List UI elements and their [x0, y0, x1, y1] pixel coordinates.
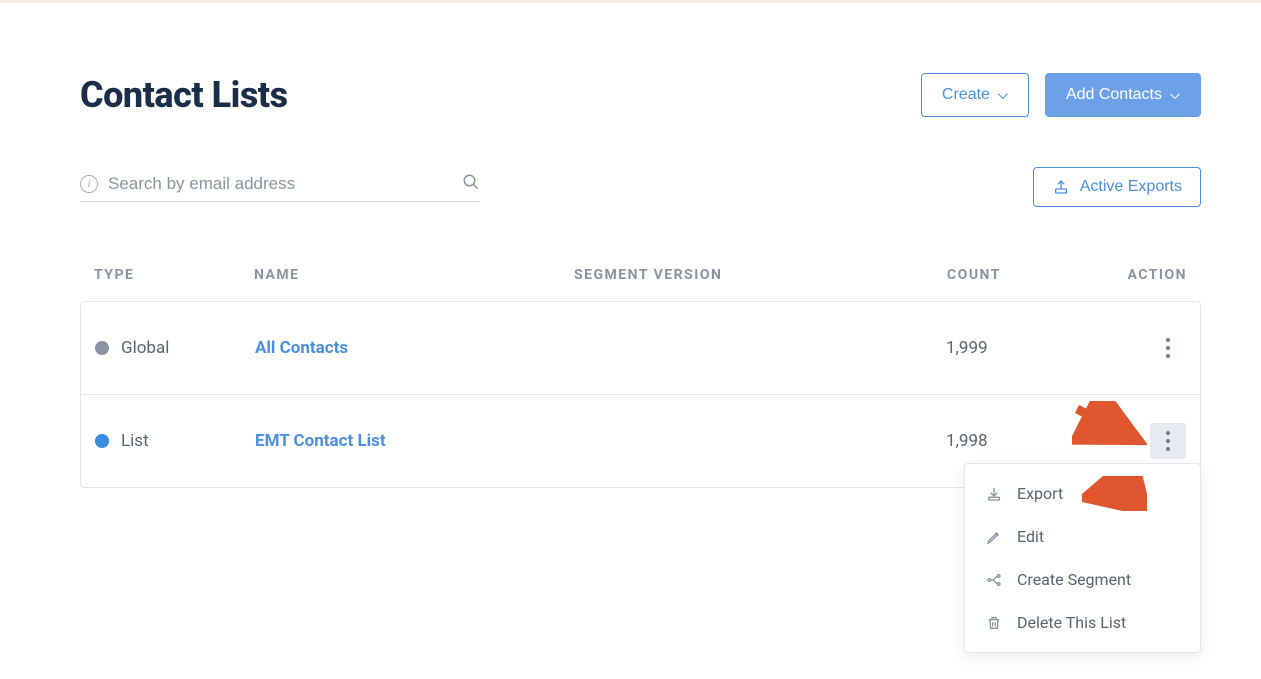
header-row: Contact Lists Create Add Contacts	[80, 73, 1201, 117]
th-count: COUNT	[947, 267, 1087, 283]
type-label: List	[121, 431, 149, 451]
create-button[interactable]: Create	[921, 73, 1029, 117]
page-title: Contact Lists	[80, 74, 288, 116]
add-contacts-button-label: Add Contacts	[1066, 86, 1162, 104]
search-icon[interactable]	[462, 173, 480, 195]
type-cell: List	[95, 431, 255, 451]
type-label: Global	[121, 338, 169, 358]
active-exports-label: Active Exports	[1080, 178, 1182, 196]
menu-delete-label: Delete This List	[1017, 613, 1126, 632]
list-name-link[interactable]: EMT Contact List	[255, 431, 575, 451]
row-actions-button[interactable]	[1150, 330, 1186, 366]
menu-edit-label: Edit	[1017, 527, 1044, 546]
annotation-arrow	[1072, 401, 1147, 451]
th-name: NAME	[254, 267, 574, 283]
subheader-row: i Active Exports	[80, 167, 1201, 207]
th-action: ACTION	[1087, 267, 1187, 283]
table-body: Global All Contacts 1,999 List EMT Conta…	[80, 301, 1201, 488]
upload-icon	[1052, 178, 1070, 196]
annotation-arrow	[1082, 476, 1147, 511]
type-cell: Global	[95, 338, 255, 358]
add-contacts-button[interactable]: Add Contacts	[1045, 73, 1201, 117]
chevron-down-icon	[1170, 92, 1180, 98]
table-header: TYPE NAME SEGMENT VERSION COUNT ACTION	[80, 267, 1201, 301]
contact-lists-table: TYPE NAME SEGMENT VERSION COUNT ACTION G…	[80, 267, 1201, 488]
table-row: Global All Contacts 1,999	[81, 302, 1200, 395]
row-actions-button[interactable]	[1150, 423, 1186, 459]
chevron-down-icon	[998, 92, 1008, 98]
menu-export-label: Export	[1017, 484, 1063, 503]
info-icon: i	[80, 175, 98, 193]
menu-create-segment[interactable]: Create Segment	[965, 558, 1200, 601]
trash-icon	[985, 614, 1003, 632]
menu-edit[interactable]: Edit	[965, 515, 1200, 558]
type-dot-icon	[95, 434, 109, 448]
search-input[interactable]	[108, 174, 452, 194]
list-name-link[interactable]: All Contacts	[255, 338, 575, 358]
menu-create-segment-label: Create Segment	[1017, 570, 1131, 589]
action-cell	[1086, 330, 1186, 366]
type-dot-icon	[95, 341, 109, 355]
pencil-icon	[985, 528, 1003, 546]
count-cell: 1,999	[946, 338, 1086, 358]
active-exports-button[interactable]: Active Exports	[1033, 167, 1201, 207]
menu-delete[interactable]: Delete This List	[965, 601, 1200, 644]
download-icon	[985, 485, 1003, 503]
th-segment-version: SEGMENT VERSION	[574, 267, 947, 283]
search-bar[interactable]: i	[80, 173, 480, 202]
th-type: TYPE	[94, 267, 254, 283]
create-button-label: Create	[942, 86, 990, 104]
branch-icon	[985, 571, 1003, 589]
header-buttons: Create Add Contacts	[921, 73, 1201, 117]
count-cell: 1,998	[946, 431, 1086, 451]
